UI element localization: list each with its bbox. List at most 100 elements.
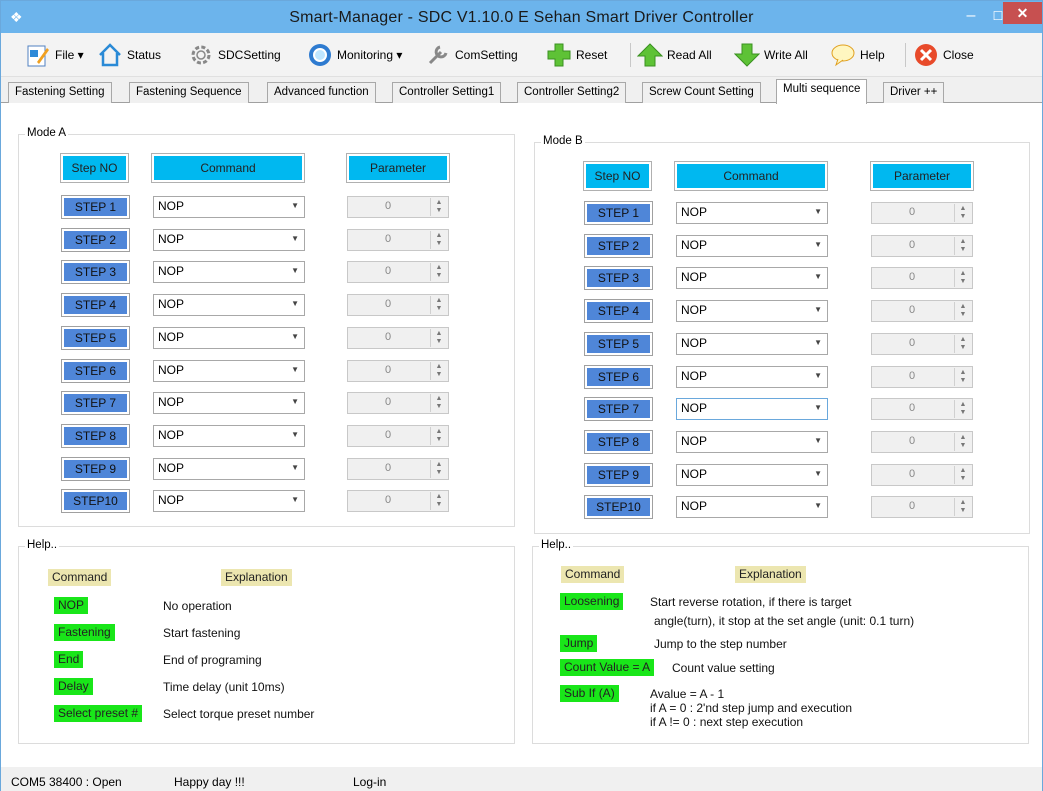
chevron-down-icon[interactable]: ▼ xyxy=(814,469,822,478)
command-dropdown[interactable]: NOP ▼ xyxy=(676,430,828,453)
comsetting-button[interactable]: ComSetting xyxy=(425,41,518,69)
spin-arrows-icon[interactable]: ▲ ▼ xyxy=(954,400,971,419)
spin-arrows-icon[interactable]: ▲ ▼ xyxy=(954,432,971,451)
reset-button[interactable]: Reset xyxy=(546,41,607,69)
chevron-down-icon[interactable]: ▼ xyxy=(814,501,822,510)
tab-advanced-function[interactable]: Advanced function xyxy=(267,82,376,103)
spin-arrows-icon[interactable]: ▲ ▼ xyxy=(430,296,447,315)
parameter-stepper[interactable]: 0 ▲ ▼ xyxy=(871,202,973,224)
parameter-stepper[interactable]: 0 ▲ ▼ xyxy=(871,430,973,453)
close-button[interactable]: Close xyxy=(913,41,974,69)
parameter-stepper[interactable]: 0 ▲ ▼ xyxy=(347,261,449,284)
spin-arrows-icon[interactable]: ▲ ▼ xyxy=(430,394,447,413)
command-dropdown[interactable]: NOP ▼ xyxy=(676,300,828,323)
tab-driver-plus[interactable]: Driver ++ xyxy=(883,82,945,103)
command-dropdown[interactable]: NOP ▼ xyxy=(153,392,305,415)
parameter-stepper[interactable]: 0 ▲ ▼ xyxy=(347,392,449,415)
chevron-down-icon[interactable]: ▼ xyxy=(814,240,822,249)
spin-arrows-icon[interactable]: ▲ ▼ xyxy=(430,230,447,249)
chevron-down-icon[interactable]: ▼ xyxy=(291,299,299,308)
parameter-stepper[interactable]: 0 ▲ ▼ xyxy=(871,496,973,519)
spin-arrows-icon[interactable]: ▲ ▼ xyxy=(954,334,971,353)
write-all-button[interactable]: Write All xyxy=(734,41,808,69)
help-button[interactable]: Help xyxy=(830,41,885,69)
chevron-down-icon[interactable]: ▼ xyxy=(291,365,299,374)
tab-controller-setting1[interactable]: Controller Setting1 xyxy=(392,82,502,103)
command-dropdown[interactable]: NOP ▼ xyxy=(153,196,305,218)
chevron-down-icon[interactable]: ▼ xyxy=(291,332,299,341)
minimize-button[interactable]: – xyxy=(958,7,984,27)
command-dropdown[interactable]: NOP ▼ xyxy=(153,424,305,447)
command-dropdown[interactable]: NOP ▼ xyxy=(676,202,828,224)
command-dropdown[interactable]: NOP ▼ xyxy=(153,228,305,251)
spin-arrows-icon[interactable]: ▲ ▼ xyxy=(430,263,447,282)
chevron-down-icon[interactable]: ▼ xyxy=(291,234,299,243)
chevron-down-icon[interactable]: ▼ xyxy=(291,495,299,504)
chevron-down-icon[interactable]: ▼ xyxy=(291,266,299,275)
parameter-stepper[interactable]: 0 ▲ ▼ xyxy=(871,332,973,355)
spin-arrows-icon[interactable]: ▲ ▼ xyxy=(430,492,447,511)
parameter-stepper[interactable]: 0 ▲ ▼ xyxy=(347,196,449,218)
file-menu-button[interactable]: File ▾ xyxy=(25,41,84,69)
spin-arrows-icon[interactable]: ▲ ▼ xyxy=(954,465,971,484)
parameter-stepper[interactable]: 0 ▲ ▼ xyxy=(347,294,449,317)
title-bar[interactable]: ❖ Smart-Manager - SDC V1.10.0 E Sehan Sm… xyxy=(1,1,1042,33)
parameter-stepper[interactable]: 0 ▲ ▼ xyxy=(347,359,449,382)
spin-arrows-icon[interactable]: ▲ ▼ xyxy=(430,426,447,445)
chevron-down-icon[interactable]: ▼ xyxy=(814,371,822,380)
chevron-down-icon[interactable]: ▼ xyxy=(291,463,299,472)
chevron-down-icon[interactable]: ▼ xyxy=(814,207,822,216)
parameter-stepper[interactable]: 0 ▲ ▼ xyxy=(871,234,973,257)
parameter-stepper[interactable]: 0 ▲ ▼ xyxy=(871,365,973,388)
status-button[interactable]: Status xyxy=(97,41,161,69)
read-all-button[interactable]: Read All xyxy=(637,41,712,69)
spin-arrows-icon[interactable]: ▲ ▼ xyxy=(954,498,971,517)
monitoring-menu-button[interactable]: Monitoring ▾ xyxy=(307,41,402,69)
command-dropdown[interactable]: NOP ▼ xyxy=(676,267,828,290)
tab-fastening-setting[interactable]: Fastening Setting xyxy=(8,82,112,103)
spin-arrows-icon[interactable]: ▲ ▼ xyxy=(430,361,447,380)
parameter-stepper[interactable]: 0 ▲ ▼ xyxy=(871,398,973,421)
parameter-stepper[interactable]: 0 ▲ ▼ xyxy=(871,463,973,486)
command-dropdown[interactable]: NOP ▼ xyxy=(676,365,828,388)
command-dropdown[interactable]: NOP ▼ xyxy=(676,463,828,486)
parameter-stepper[interactable]: 0 ▲ ▼ xyxy=(347,424,449,447)
command-dropdown[interactable]: NOP ▼ xyxy=(153,457,305,480)
parameter-stepper[interactable]: 0 ▲ ▼ xyxy=(347,490,449,513)
parameter-stepper[interactable]: 0 ▲ ▼ xyxy=(347,228,449,251)
spin-arrows-icon[interactable]: ▲ ▼ xyxy=(430,328,447,347)
parameter-stepper[interactable]: 0 ▲ ▼ xyxy=(871,300,973,323)
tab-multi-sequence[interactable]: Multi sequence xyxy=(776,79,868,104)
sdcsetting-button[interactable]: SDCSetting xyxy=(188,41,281,69)
command-dropdown[interactable]: NOP ▼ xyxy=(676,234,828,257)
tab-controller-setting2[interactable]: Controller Setting2 xyxy=(517,82,627,103)
command-dropdown[interactable]: NOP ▼ xyxy=(676,398,828,421)
spin-arrows-icon[interactable]: ▲ ▼ xyxy=(954,367,971,386)
parameter-stepper[interactable]: 0 ▲ ▼ xyxy=(347,457,449,480)
chevron-down-icon[interactable]: ▼ xyxy=(814,436,822,445)
chevron-down-icon[interactable]: ▼ xyxy=(291,397,299,406)
command-dropdown[interactable]: NOP ▼ xyxy=(153,490,305,513)
chevron-down-icon[interactable]: ▼ xyxy=(814,338,822,347)
chevron-down-icon[interactable]: ▼ xyxy=(814,272,822,281)
command-dropdown[interactable]: NOP ▼ xyxy=(153,261,305,284)
spin-arrows-icon[interactable]: ▲ ▼ xyxy=(430,198,447,216)
chevron-down-icon[interactable]: ▼ xyxy=(814,403,822,412)
close-window-button[interactable]: ✕ xyxy=(1003,2,1042,24)
parameter-stepper[interactable]: 0 ▲ ▼ xyxy=(871,267,973,290)
spin-arrows-icon[interactable]: ▲ ▼ xyxy=(954,269,971,288)
chevron-down-icon[interactable]: ▼ xyxy=(814,305,822,314)
command-dropdown[interactable]: NOP ▼ xyxy=(153,294,305,317)
chevron-down-icon[interactable]: ▼ xyxy=(291,201,299,210)
spin-arrows-icon[interactable]: ▲ ▼ xyxy=(954,204,971,222)
spin-arrows-icon[interactable]: ▲ ▼ xyxy=(954,302,971,321)
chevron-down-icon[interactable]: ▼ xyxy=(291,430,299,439)
command-dropdown[interactable]: NOP ▼ xyxy=(153,359,305,382)
command-dropdown[interactable]: NOP ▼ xyxy=(676,332,828,355)
tab-fastening-sequence[interactable]: Fastening Sequence xyxy=(129,82,249,103)
command-dropdown[interactable]: NOP ▼ xyxy=(676,496,828,519)
parameter-stepper[interactable]: 0 ▲ ▼ xyxy=(347,326,449,349)
spin-arrows-icon[interactable]: ▲ ▼ xyxy=(430,459,447,478)
spin-arrows-icon[interactable]: ▲ ▼ xyxy=(954,236,971,255)
tab-screw-count-setting[interactable]: Screw Count Setting xyxy=(642,82,761,103)
